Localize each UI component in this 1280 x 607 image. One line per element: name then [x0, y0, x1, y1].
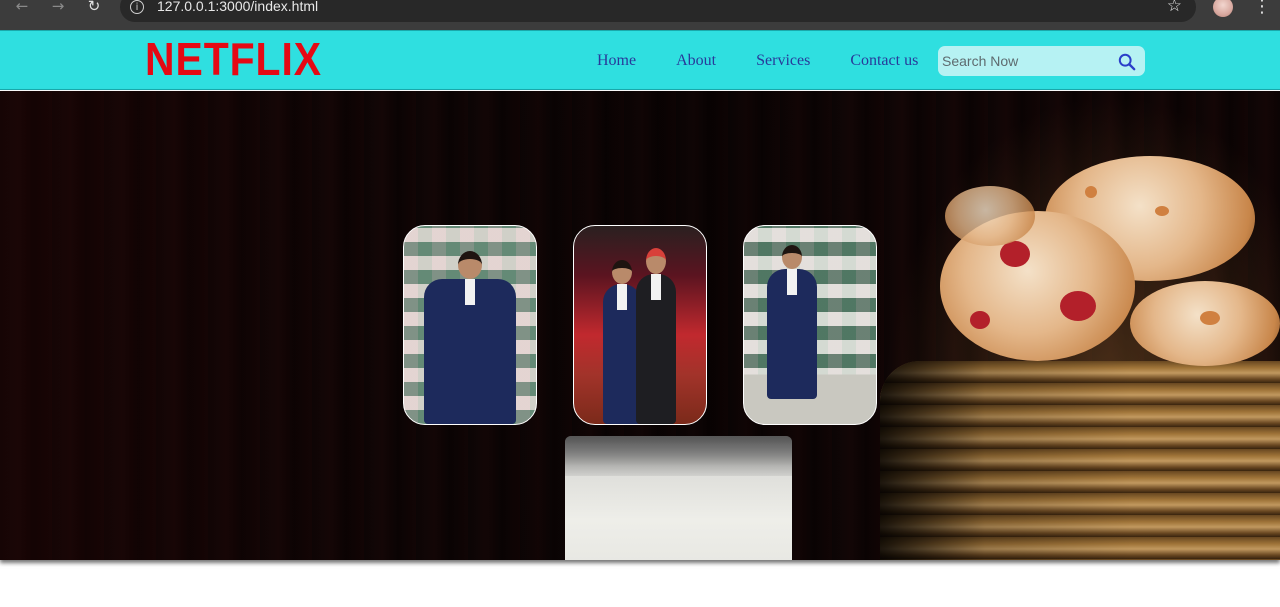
netflix-logo[interactable]: NETFLIX: [145, 36, 322, 83]
nav-link-about[interactable]: About: [676, 52, 716, 70]
search-icon[interactable]: [1118, 53, 1136, 71]
search-input[interactable]: [942, 51, 1102, 71]
person-figure: [424, 251, 516, 424]
reload-icon[interactable]: ↻: [85, 0, 103, 15]
back-arrow-icon[interactable]: ←: [13, 0, 31, 15]
search-box: [938, 46, 1145, 76]
url-text: 127.0.0.1:3000/index.html: [157, 0, 319, 14]
nav-link-contact[interactable]: Contact us: [850, 52, 918, 70]
basket-image: [880, 361, 1280, 560]
bookmark-star-icon[interactable]: ☆: [1167, 0, 1182, 16]
person-figure: [766, 245, 817, 399]
forward-arrow-icon[interactable]: →: [49, 0, 67, 15]
nav-links: Home About Services Contact us: [597, 52, 958, 70]
address-bar[interactable]: i 127.0.0.1:3000/index.html ☆: [120, 0, 1196, 22]
browser-toolbar: ← → ↻ i 127.0.0.1:3000/index.html ☆ ⋮: [0, 0, 1280, 30]
site-navbar: NETFLIX Home About Services Contact us: [0, 30, 1280, 90]
vertical-dots-menu-icon[interactable]: ⋮: [1253, 0, 1271, 17]
hero-section: [0, 91, 1280, 560]
nav-link-services[interactable]: Services: [756, 52, 810, 70]
site-info-icon[interactable]: i: [130, 0, 144, 14]
photo-card[interactable]: [573, 225, 707, 425]
profile-avatar[interactable]: [1213, 0, 1233, 17]
photo-card[interactable]: [403, 225, 537, 425]
person-figure: [635, 248, 676, 424]
cookie-image: [1130, 281, 1280, 366]
person-figure: [602, 260, 641, 424]
nav-link-home[interactable]: Home: [597, 52, 636, 70]
photo-card[interactable]: [743, 225, 877, 425]
cookie-image: [945, 186, 1035, 246]
photo-gallery: [403, 225, 913, 425]
milk-glass-image: [565, 436, 792, 560]
